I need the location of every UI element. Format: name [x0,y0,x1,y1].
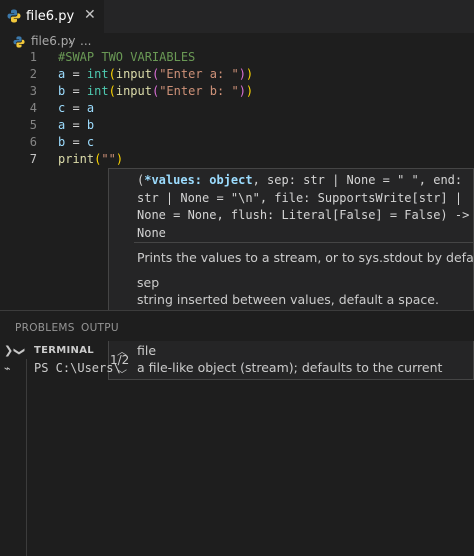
code-line[interactable]: 4 c = a [0,100,474,117]
code-line[interactable]: 2a = int(input("Enter a: ")) [0,66,474,83]
code-text[interactable]: #SWAP TWO VARIABLES [58,49,195,66]
terminal-prompt[interactable]: PS C:\Users\ [34,361,121,375]
terminal-gutter: ⌁ [0,359,26,556]
token-func: print [58,152,95,166]
token-var: b [86,118,95,132]
token-builtin: int [86,84,109,98]
code-line[interactable]: 5 a = b [0,117,474,134]
tab-label: file6.py [26,9,75,24]
code-text[interactable]: b = c [58,134,94,151]
breadcrumb-more[interactable]: ... [80,34,91,48]
line-number: 5 [29,118,37,132]
active-parameter: *values: object [144,173,253,187]
tab-problems[interactable]: PROBLEMS [15,322,75,334]
token-func: input [115,84,152,98]
token-paren2: ) [238,84,246,98]
token-paren1: ) [115,152,124,166]
doc-line: sep [137,275,160,290]
token-paren1: ) [245,84,254,98]
terminal-divider [26,359,27,556]
function-signature: (*values: object, sep: str | None = " ",… [137,172,471,242]
code-line[interactable]: 6 b = c [0,134,474,151]
editor-tab-bar: file6.py ✕ [0,0,474,33]
line-number: 3 [29,84,37,98]
token-builtin: int [86,67,109,81]
token-op: = [65,84,87,98]
tab-output[interactable]: OUTPU [81,322,119,334]
token-var: c [86,135,95,149]
tab-file6[interactable]: file6.py ✕ [0,0,104,33]
hover-divider [134,242,474,243]
code-text[interactable]: a = b [58,117,94,134]
token-op: = [65,67,87,81]
token-str: "Enter a: " [159,67,239,81]
token-comment: #SWAP TWO VARIABLES [58,50,196,64]
token-paren1: ( [108,67,116,81]
doc-line: Prints the values to a stream, or to sys… [137,250,474,265]
line-number: 1 [29,50,37,64]
token-str: "" [101,152,116,166]
terminal-header[interactable]: ❯ ❯ TERMINAL [0,342,474,359]
terminal-title: TERMINAL [34,345,94,356]
chevron-right-icon[interactable]: ❯ [4,344,13,357]
code-line[interactable]: 7 print("") [0,151,474,168]
token-func: input [115,67,152,81]
doc-line: string inserted between values, default … [137,292,439,307]
terminal-icon[interactable]: ⌁ [4,362,11,375]
token-paren1: ) [245,67,254,81]
code-line[interactable]: 3b = int(input("Enter b: ")) [0,83,474,100]
python-icon [7,9,21,23]
close-icon[interactable]: ✕ [84,7,96,23]
token-op: = [65,135,87,149]
python-icon [13,36,25,48]
code-text[interactable]: b = int(input("Enter b: ")) [58,83,253,100]
breadcrumb-separator: › [68,34,73,48]
token-var: a [86,101,95,115]
token-paren2: ) [238,67,246,81]
doc-line: a file-like object (stream); defaults to… [137,360,443,375]
token-op: = [65,118,87,132]
code-text[interactable]: print("") [58,151,123,168]
token-paren1: ( [108,84,116,98]
line-number: 6 [29,135,37,149]
token-str: "Enter b: " [159,84,239,98]
code-text[interactable]: c = a [58,100,94,117]
token-op: = [65,101,87,115]
panel-tab-bar: PROBLEMS OUTPU [0,311,474,341]
code-line[interactable]: 1 #SWAP TWO VARIABLES [0,49,474,66]
line-number: 2 [29,67,37,81]
chevron-down-icon[interactable]: ❯ [13,347,26,356]
line-number: 4 [29,101,37,115]
code-text[interactable]: a = int(input("Enter a: ")) [58,66,253,83]
line-number: 7 [29,152,37,166]
